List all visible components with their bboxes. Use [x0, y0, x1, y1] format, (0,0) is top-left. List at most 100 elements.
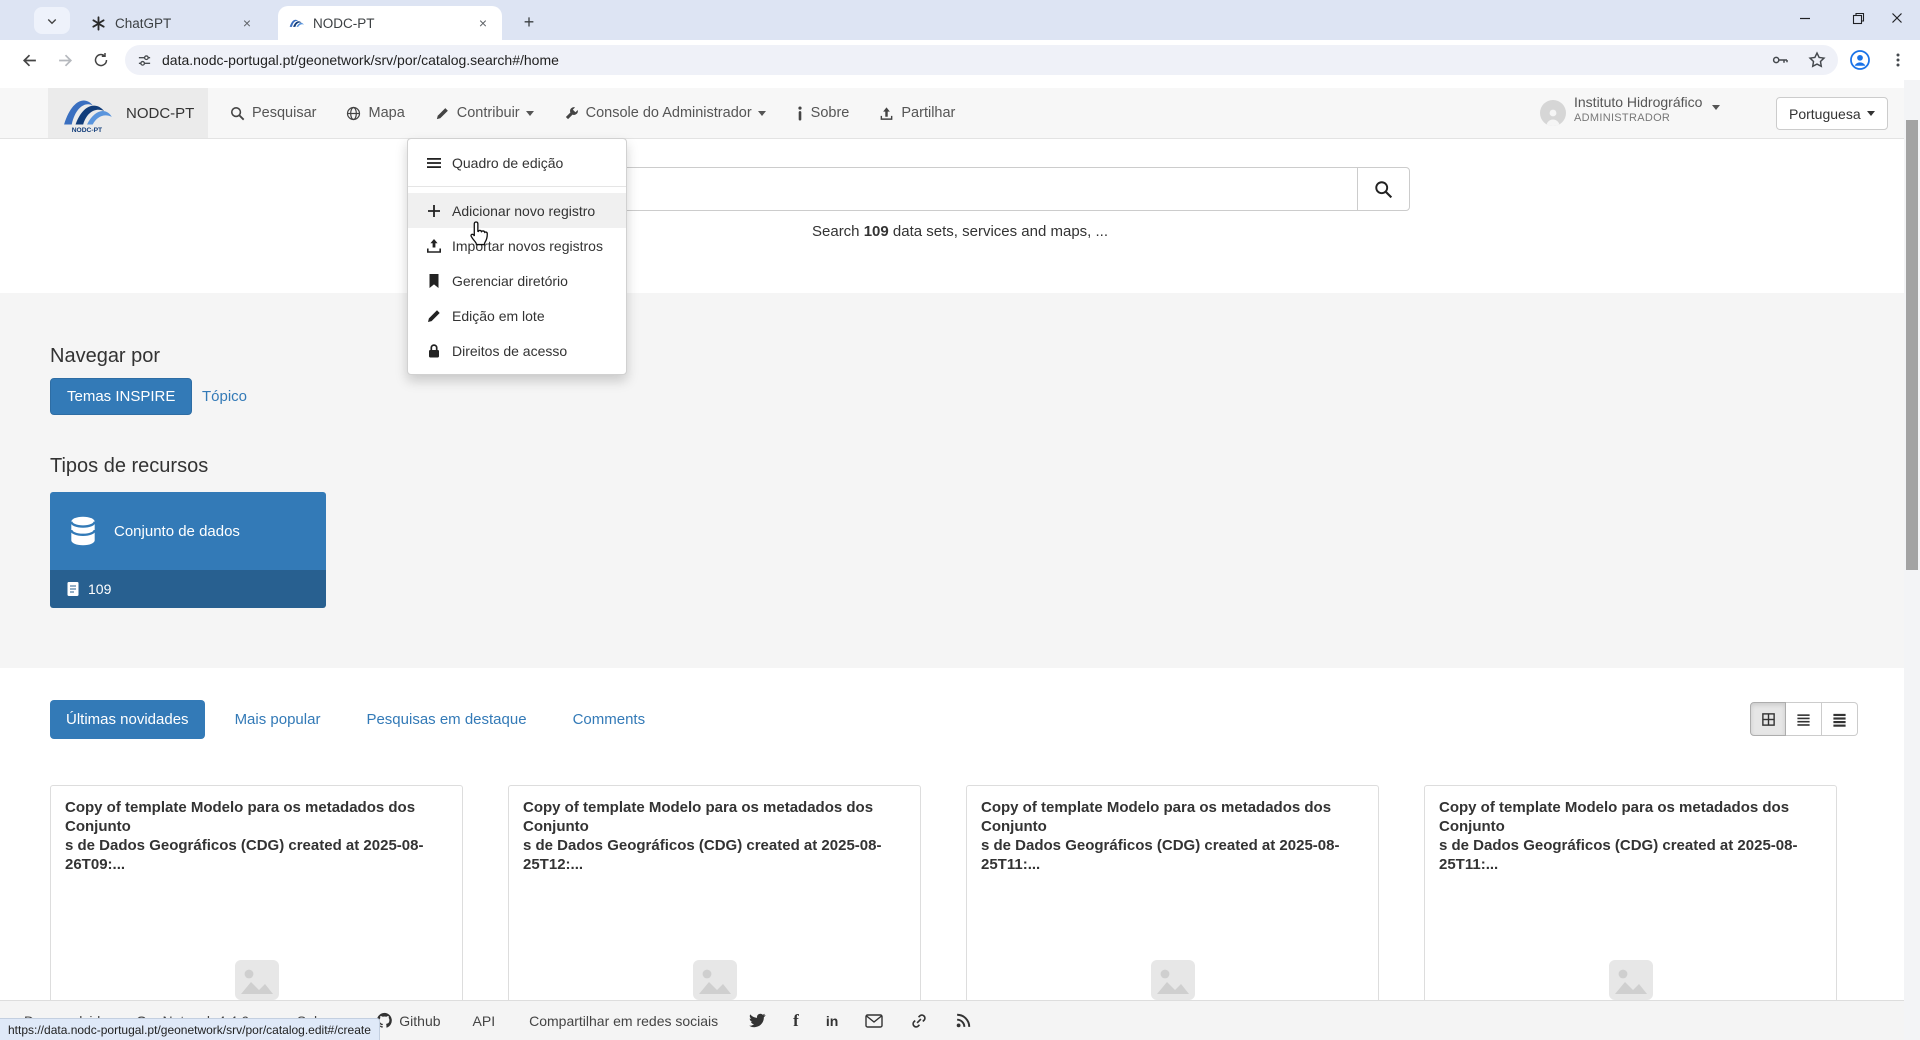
- footer-share-label: Compartilhar em redes sociais: [529, 1013, 718, 1029]
- resource-types-title: Tipos de recursos: [50, 455, 208, 478]
- topico-link[interactable]: Tópico: [202, 388, 247, 405]
- browser-menu-button[interactable]: [1883, 45, 1913, 75]
- hand-cursor-icon: [466, 219, 492, 249]
- menu-item-adicionar-novo-registro[interactable]: Adicionar novo registro: [408, 193, 626, 228]
- search-button[interactable]: [1357, 167, 1410, 211]
- temas-inspire-button[interactable]: Temas INSPIRE: [50, 378, 192, 415]
- link-icon: [910, 1012, 928, 1030]
- image-placeholder-icon: [1607, 958, 1655, 1002]
- profile-avatar[interactable]: [1845, 45, 1875, 75]
- tab-mais-popular[interactable]: Mais popular: [219, 700, 337, 739]
- permalink-link[interactable]: [910, 1012, 928, 1030]
- nav-item-console-admin[interactable]: Console do Administrador: [549, 88, 781, 138]
- email-link[interactable]: [865, 1014, 883, 1028]
- tab-pesquisas-em-destaque[interactable]: Pesquisas em destaque: [350, 700, 542, 739]
- brand[interactable]: NODC-PT NODC-PT: [48, 88, 208, 138]
- dataset-type-header[interactable]: Conjunto de dados: [50, 492, 326, 570]
- user-menu[interactable]: Instituto Hidrográfico ADMINISTRADOR: [1540, 94, 1720, 126]
- restore-icon: [1852, 12, 1865, 25]
- menu-item-edicao-em-lote[interactable]: Edição em lote: [408, 298, 626, 333]
- dataset-type-label: Conjunto de dados: [114, 523, 240, 540]
- grid-view-icon: [1761, 712, 1776, 727]
- search-hint-prefix: Search: [812, 223, 864, 240]
- menu-item-label: Quadro de edição: [452, 155, 563, 171]
- status-link-preview: https://data.nodc-portugal.pt/geonetwork…: [0, 1018, 380, 1040]
- scrollbar-thumb[interactable]: [1906, 120, 1918, 570]
- site-settings-icon[interactable]: [137, 53, 152, 68]
- window-close-button[interactable]: [1874, 0, 1920, 36]
- menu-item-direitos-de-acesso[interactable]: Direitos de acesso: [408, 333, 626, 368]
- list-view-button[interactable]: [1786, 702, 1822, 736]
- back-arrow-icon: [21, 52, 38, 69]
- search-hint-count: 109: [864, 223, 889, 240]
- user-name: Instituto Hidrográfico: [1574, 94, 1702, 110]
- password-key-icon[interactable]: [1770, 50, 1790, 70]
- search-icon: [1374, 180, 1393, 199]
- thumbnail-placeholder: [509, 958, 920, 1002]
- tab-close-icon[interactable]: ×: [474, 14, 492, 32]
- minimize-icon: [1799, 12, 1811, 24]
- nav-item-partilhar[interactable]: Partilhar: [864, 88, 970, 138]
- chevron-down-icon: [758, 111, 766, 116]
- profile-avatar-icon: [1849, 49, 1871, 71]
- footer-github-link[interactable]: Github: [376, 1012, 440, 1029]
- page-scrollbar[interactable]: [1904, 80, 1920, 1040]
- browser-toolbar: data.nodc-portugal.pt/geonetwork/srv/por…: [0, 40, 1920, 80]
- url-bar[interactable]: data.nodc-portugal.pt/geonetwork/srv/por…: [125, 45, 1838, 75]
- close-icon: [1891, 12, 1903, 24]
- nav-item-sobre[interactable]: Sobre: [781, 88, 865, 138]
- chevron-down-icon: [1867, 111, 1875, 116]
- tab-search-button[interactable]: [34, 7, 70, 34]
- info-icon: [796, 106, 804, 121]
- bookmark-icon: [426, 273, 442, 289]
- menu-item-importar-novos-registros[interactable]: Importar novos registros: [408, 228, 626, 263]
- facebook-link[interactable]: f: [793, 1011, 799, 1031]
- forward-button[interactable]: [50, 45, 80, 75]
- rss-link[interactable]: [955, 1012, 972, 1029]
- tab-close-icon[interactable]: ×: [238, 14, 256, 32]
- menu-item-quadro-de-edicao[interactable]: Quadro de edição: [408, 145, 626, 180]
- language-selector[interactable]: Portuguesa: [1776, 97, 1888, 130]
- tab-ultimas-novidades[interactable]: Últimas novidades: [50, 700, 205, 739]
- nodcpt-logo-icon: NODC-PT: [58, 92, 116, 134]
- list-view-icon: [1796, 712, 1811, 727]
- browser-tab-chatgpt[interactable]: ChatGPT ×: [80, 6, 266, 40]
- dataset-type-card[interactable]: Conjunto de dados 109: [50, 492, 326, 608]
- nav-item-label: Sobre: [811, 105, 850, 121]
- search-input[interactable]: [510, 167, 1357, 211]
- linkedin-link[interactable]: in: [826, 1013, 838, 1029]
- bookmark-star-icon[interactable]: [1808, 51, 1826, 69]
- footer-api-link[interactable]: API: [473, 1013, 496, 1029]
- new-tab-button[interactable]: +: [516, 9, 542, 35]
- chatgpt-favicon-icon: [90, 15, 107, 32]
- full-view-button[interactable]: [1822, 702, 1858, 736]
- tab-title: NODC-PT: [313, 16, 474, 31]
- browser-tab-strip: ChatGPT × NODC-PT × +: [0, 0, 1920, 40]
- tab-comments[interactable]: Comments: [557, 700, 662, 739]
- nav-item-contribuir[interactable]: Contribuir: [420, 88, 549, 138]
- back-button[interactable]: [14, 45, 44, 75]
- nav-item-label: Console do Administrador: [586, 105, 752, 121]
- forward-arrow-icon: [57, 52, 74, 69]
- menu-item-label: Direitos de acesso: [452, 343, 567, 359]
- search-row: [510, 167, 1410, 211]
- menu-item-label: Edição em lote: [452, 308, 545, 324]
- nav-item-mapa[interactable]: Mapa: [331, 88, 419, 138]
- window-minimize-button[interactable]: [1782, 0, 1828, 36]
- browser-tab-nodcpt[interactable]: NODC-PT ×: [278, 6, 502, 40]
- navbar-menu: Pesquisar Mapa Contribuir Console do Adm…: [215, 88, 970, 138]
- plus-icon: [426, 203, 442, 219]
- search-hint-suffix: data sets, services and maps, ...: [889, 223, 1108, 240]
- full-view-icon: [1832, 712, 1847, 727]
- reload-button[interactable]: [86, 45, 116, 75]
- geonetwork-page: NODC-PT NODC-PT Pesquisar Mapa Contribui…: [0, 80, 1920, 1040]
- thumbnail-placeholder: [967, 958, 1378, 1002]
- grid-view-button[interactable]: [1750, 702, 1786, 736]
- menu-item-gerenciar-diretorio[interactable]: Gerenciar diretório: [408, 263, 626, 298]
- dataset-type-count-row[interactable]: 109: [50, 570, 326, 608]
- view-toggle-group: [1750, 702, 1858, 736]
- twitter-link[interactable]: [748, 1013, 766, 1029]
- svg-text:NODC-PT: NODC-PT: [72, 127, 102, 134]
- footer-github-label: Github: [399, 1013, 440, 1029]
- nav-item-pesquisar[interactable]: Pesquisar: [215, 88, 331, 138]
